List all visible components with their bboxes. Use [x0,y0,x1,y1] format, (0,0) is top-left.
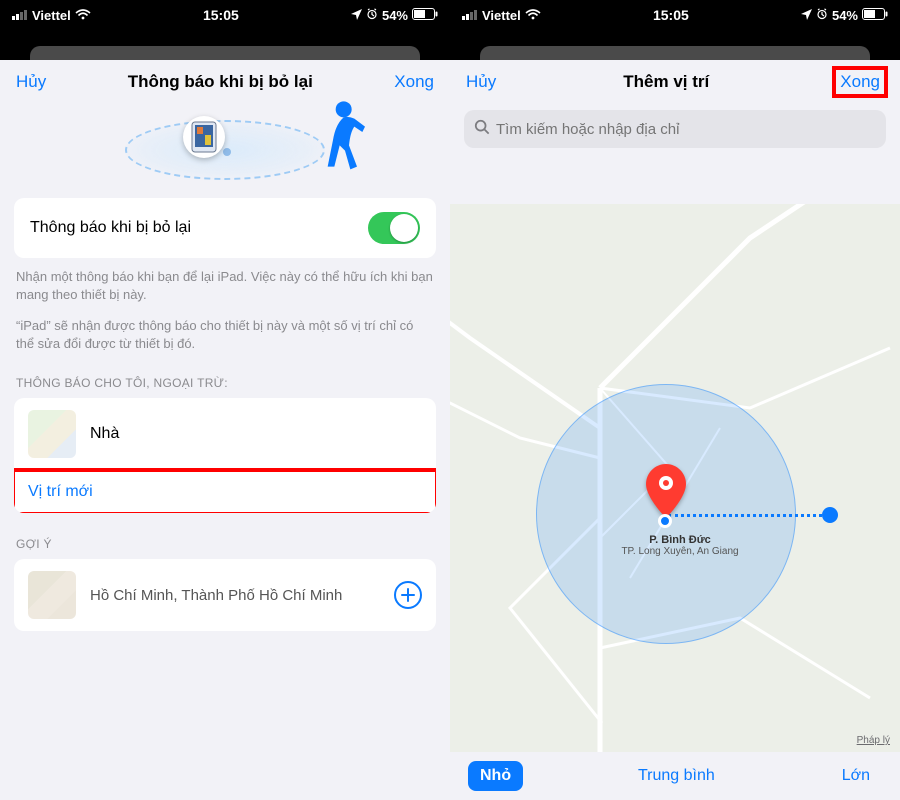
radius-segmented-control: Nhỏ Trung bình Lớn [450,752,900,800]
signal-icon [462,8,478,23]
page-title: Thêm vị trí [623,72,709,92]
nav-bar: Hủy Thông báo khi bị bỏ lại Xong [0,60,450,104]
description-1: Nhận một thông báo khi bạn để lại iPad. … [0,258,450,303]
description-2: “iPad” sẽ nhận được thông báo cho thiết … [0,303,450,352]
radius-option-large[interactable]: Lớn [830,761,882,791]
location-icon [801,8,812,23]
device-icon [183,116,225,158]
new-location-row[interactable]: Vị trí mới [14,470,436,513]
phone-left: Viettel 15:05 54% H [0,0,450,800]
map-thumbnail-icon [28,410,76,458]
search-input-wrapper[interactable] [464,110,886,148]
carrier-label: Viettel [32,8,71,23]
new-location-label: Vị trí mới [28,483,93,501]
radius-line [668,514,828,517]
search-input[interactable] [496,121,876,138]
done-button[interactable]: Xong [832,66,888,98]
location-icon [351,8,362,23]
location-row-home[interactable]: Nhà [14,398,436,470]
page-title: Thông báo khi bị bỏ lại [128,72,313,92]
suggestions-header: GỢI Ý [0,513,450,559]
sheet-backdrop [450,30,900,60]
notify-toggle[interactable] [368,212,420,244]
phone-right: Viettel 15:05 54% H [450,0,900,800]
radius-option-small[interactable]: Nhỏ [468,761,523,791]
status-bar: Viettel 15:05 54% [450,0,900,30]
search-icon [474,119,490,140]
suggestion-row[interactable]: Hồ Chí Minh, Thành Phố Hồ Chí Minh [14,559,436,631]
notify-toggle-label: Thông báo khi bị bỏ lại [30,219,191,237]
legal-link[interactable]: Pháp lý [857,735,890,746]
suggestion-label: Hồ Chí Minh, Thành Phố Hồ Chí Minh [90,587,380,604]
alarm-icon [366,8,378,23]
add-location-sheet: Hủy Thêm vị trí Xong [450,60,900,800]
sheet-backdrop [0,30,450,60]
radius-option-medium[interactable]: Trung bình [626,761,727,791]
place-name: P. Bình Đức [600,534,760,546]
except-locations-group: Nhà Vị trí mới [14,398,436,513]
battery-icon [412,8,438,23]
walking-person-icon [314,100,368,177]
carrier-label: Viettel [482,8,521,23]
clock-label: 15:05 [203,7,239,23]
status-bar: Viettel 15:05 54% [0,0,450,30]
cancel-button[interactable]: Hủy [16,72,46,92]
except-header: THÔNG BÁO CHO TÔI, NGOẠI TRỪ: [0,352,450,398]
signal-icon [12,8,28,23]
clock-label: 15:05 [653,7,689,23]
map-thumbnail-icon [28,571,76,619]
settings-sheet: Hủy Thông báo khi bị bỏ lại Xong Thô [0,60,450,800]
battery-percent-label: 54% [382,8,408,23]
map-view[interactable]: P. Bình Đức TP. Long Xuyên, An Giang Phá… [450,204,900,752]
alarm-icon [816,8,828,23]
leave-behind-illustration [0,110,450,190]
battery-icon [862,8,888,23]
location-home-label: Nhà [90,425,119,443]
search-bar [464,110,886,148]
wifi-icon [525,8,541,23]
cancel-button[interactable]: Hủy [466,72,496,92]
nav-bar: Hủy Thêm vị trí Xong [450,60,900,104]
center-dot [658,514,672,528]
place-label: P. Bình Đức TP. Long Xuyên, An Giang [600,534,760,557]
battery-percent-label: 54% [832,8,858,23]
place-sub: TP. Long Xuyên, An Giang [600,546,760,557]
add-suggestion-button[interactable] [394,581,422,609]
wifi-icon [75,8,91,23]
notify-toggle-card: Thông báo khi bị bỏ lại [14,198,436,258]
radius-handle[interactable] [822,507,838,523]
done-button[interactable]: Xong [394,72,434,92]
